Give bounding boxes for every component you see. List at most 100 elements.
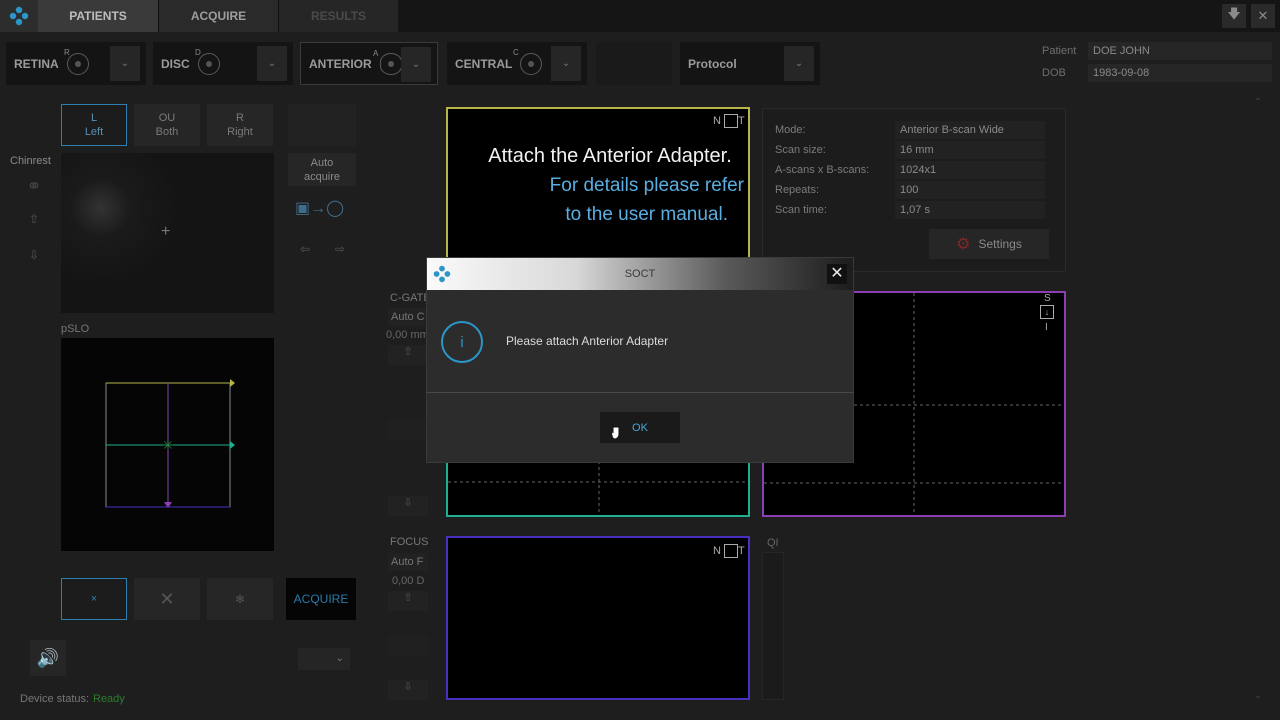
tab-acquire[interactable]: ACQUIRE [158,0,278,32]
orientation-icon[interactable]: ↓ [1040,305,1054,319]
eye-code: R [236,112,244,124]
collapse-down-icon[interactable]: ⌄ [1248,690,1268,706]
info-value: 1,07 s [895,201,1045,219]
info-label: Scan size: [775,144,826,156]
light-button[interactable]: ✻ [207,578,273,620]
close-app-icon[interactable]: ✕ [1251,4,1275,28]
stop-button[interactable]: × [61,578,127,620]
chevron-down-icon[interactable]: ⌄ [257,46,287,81]
disabled-button [288,104,356,146]
chevron-down-icon[interactable]: ⌄ [401,47,431,82]
eye-left-button[interactable]: L Left [61,104,127,146]
tab-patients[interactable]: PATIENTS [38,0,158,32]
info-label: Repeats: [775,184,820,196]
volume-dropdown[interactable]: ⌄ [298,648,350,670]
info-value: 16 mm [895,141,1045,159]
patient-name-field: DOE JOHN [1088,42,1272,60]
auto-acquire-line1: Auto [310,156,334,169]
cgate-down-icon[interactable]: ⇩ [388,496,428,516]
scan-info-panel: Mode: Anterior B-scan Wide Scan size: 16… [762,108,1066,272]
scan-type-retina[interactable]: RETINA R ⌄ [6,42,146,85]
scan-badge: C [513,48,519,57]
settings-label: Settings [978,237,1022,251]
focus-value: 0,00 D [392,575,425,587]
device-status-label: Device status: [20,693,90,705]
auto-acquire-line2: acquire [303,170,341,183]
app-logo-icon [0,0,38,32]
protocol-label: Protocol [688,56,737,71]
chinrest-down-icon[interactable]: ⇩ [22,248,46,270]
scan-type-label: DISC [161,56,190,71]
pslo-image: ✳ [61,338,274,551]
chinrest-icon: ⚭ [26,176,42,196]
scan-type-central[interactable]: CENTRAL C ⌄ [447,42,587,85]
info-value: 100 [895,181,1045,199]
cgate-up-icon[interactable]: ⇧ [388,345,428,365]
overlay-line1: Attach the Anterior Adapter. [488,145,732,167]
frame-n-label: N [713,545,721,557]
tab-results[interactable]: RESULTS [278,0,398,32]
expand-icon[interactable] [724,544,738,558]
chevron-down-icon[interactable]: ⌄ [110,46,140,81]
central-eye-icon [520,52,543,75]
eye-both-button[interactable]: OU Both [134,104,200,146]
anterior-bscan-preview: N T Attach the Anterior Adapter. For det… [446,107,750,260]
expand-icon[interactable] [724,114,738,128]
auto-acquire-button[interactable]: Auto acquire [288,153,356,186]
eye-code: OU [158,112,176,124]
scan-badge: D [195,48,201,57]
chinrest-label: Chinrest [10,155,51,167]
focus-down-icon[interactable]: ⇩ [388,680,428,700]
info-value: 1024x1 [895,161,1045,179]
frame-t-label: T [738,115,745,127]
cgate-label: C-GATE [390,292,431,304]
blue-scan-frame: N T [446,536,750,700]
dob-label: DOB [1042,67,1066,79]
info-value: Anterior B-scan Wide [895,121,1045,139]
focus-slider[interactable] [388,636,428,656]
cursor-icon [610,422,620,440]
frame-i-label: I [1045,322,1048,333]
cgate-auto-button[interactable]: Auto C [388,308,428,326]
info-icon: i [441,321,483,363]
overlay-line3: to the user manual. [565,204,728,225]
info-dialog: SOCT ✕ i Please attach Anterior Adapter … [427,258,853,462]
disabled-slot [596,42,672,85]
chinrest-up-icon[interactable]: ⇧ [22,212,46,234]
speaker-icon[interactable]: 🔊 [30,640,66,676]
cgate-slider[interactable] [388,420,428,440]
eye-right-button[interactable]: R Right [207,104,273,146]
cgate-value: 0,00 mm [386,329,428,341]
scan-badge: A [373,49,379,58]
info-label: Mode: [775,124,806,136]
scan-type-anterior[interactable]: ANTERIOR A ⌄ [300,42,438,85]
eye-name: Left [84,126,104,138]
info-label: Scan time: [775,204,827,216]
scan-badge: R [64,48,70,57]
qi-meter [762,552,784,700]
scan-type-disc[interactable]: DISC D ⌄ [153,42,293,85]
dialog-message: Please attach Anterior Adapter [506,334,669,348]
focus-up-icon[interactable]: ⇧ [388,591,428,611]
dialog-close-icon[interactable]: ✕ [827,264,847,284]
move-right-icon[interactable]: ⇨ [329,242,351,262]
acquire-button[interactable]: ACQUIRE [286,578,356,620]
settings-button[interactable]: ⚙ Settings [929,229,1049,259]
move-left-icon[interactable]: ⇦ [294,242,316,262]
protocol-select[interactable]: Protocol ⌄ [680,42,820,85]
cross-button[interactable]: ✕ [134,578,200,620]
download-icon[interactable]: 🡇 [1222,4,1246,28]
eye-code: L [90,112,98,124]
eye-name: Right [227,126,253,138]
scan-type-label: ANTERIOR [309,56,372,71]
teal-scan-frame [446,455,750,517]
focus-auto-button[interactable]: Auto F [388,553,428,571]
crosshair-icon: + [161,223,171,240]
collapse-up-icon[interactable]: ⌃ [1248,97,1268,113]
chevron-down-icon[interactable]: ⌄ [784,46,814,81]
scan-type-label: CENTRAL [455,56,513,71]
focus-label: FOCUS [390,536,429,548]
chevron-down-icon[interactable]: ⌄ [551,46,581,81]
gear-icon: ⚙ [956,236,971,253]
dialog-title: SOCT [624,268,656,280]
